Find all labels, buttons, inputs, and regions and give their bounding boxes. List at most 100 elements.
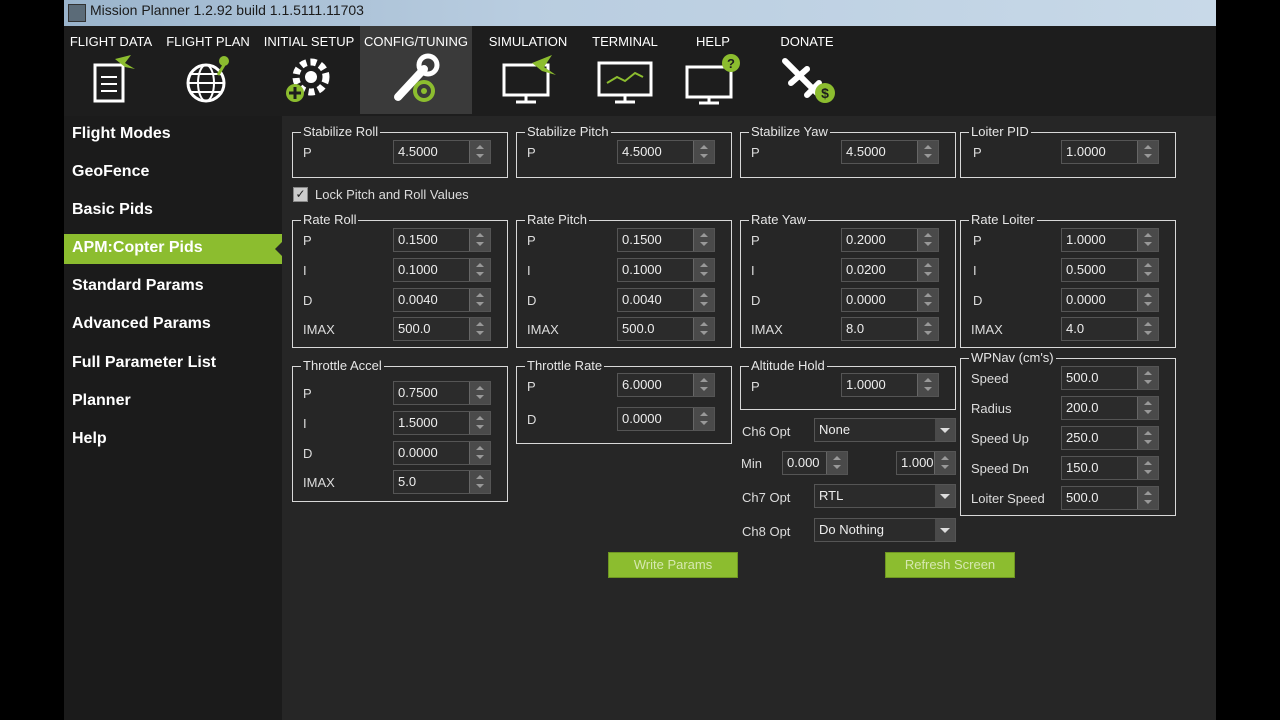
throttle-accel-i-input[interactable]: 1.5000	[393, 411, 491, 435]
sidebar-item-basic-pids[interactable]: Basic Pids	[64, 196, 282, 226]
rate-yaw-d-input[interactable]: 0.0000	[841, 288, 939, 312]
menu-flight-plan[interactable]: FLIGHT PLAN	[160, 26, 256, 114]
sidebar-item-planner[interactable]: Planner	[64, 387, 282, 417]
spinner-arrows[interactable]	[693, 229, 714, 251]
stabilize-pitch-p-input[interactable]: 4.5000	[617, 140, 715, 164]
menu-simulation[interactable]: SIMULATION	[480, 26, 576, 114]
spinner-arrows[interactable]	[1137, 427, 1158, 449]
spinner-arrows[interactable]	[693, 408, 714, 430]
sidebar-item-copter-pids[interactable]: APM:Copter Pids	[64, 234, 283, 264]
sidebar-item-geofence[interactable]: GeoFence	[64, 158, 282, 188]
rate-pitch-d-input[interactable]: 0.0040	[617, 288, 715, 312]
sidebar-item-help[interactable]: Help	[64, 425, 282, 455]
rate-roll-i-input[interactable]: 0.1000	[393, 258, 491, 282]
stabilize-yaw-p-input[interactable]: 4.5000	[841, 140, 939, 164]
spinner-arrows[interactable]	[1137, 229, 1158, 251]
spinner-arrows[interactable]	[934, 452, 955, 474]
chevron-down-icon[interactable]	[935, 485, 955, 507]
chevron-down-icon[interactable]	[935, 519, 955, 541]
throttle-accel-imax-input[interactable]: 5.0	[393, 470, 491, 494]
wpnav-radius-input[interactable]: 200.0	[1061, 396, 1159, 420]
spinner-arrows[interactable]	[826, 452, 847, 474]
rate-yaw-imax-input[interactable]: 8.0	[841, 317, 939, 341]
sidebar-item-advanced-params[interactable]: Advanced Params	[64, 310, 282, 340]
sidebar-item-standard-params[interactable]: Standard Params	[64, 272, 282, 302]
p-label: P	[751, 379, 760, 394]
rate-loiter-imax-input[interactable]: 4.0	[1061, 317, 1159, 341]
spinner-arrows[interactable]	[469, 471, 490, 493]
rate-loiter-i-input[interactable]: 0.5000	[1061, 258, 1159, 282]
spinner-arrows[interactable]	[1137, 487, 1158, 509]
wpnav-speed-dn-input[interactable]: 150.0	[1061, 456, 1159, 480]
spinner-arrows[interactable]	[693, 141, 714, 163]
sidebar-item-flight-modes[interactable]: Flight Modes	[64, 120, 282, 150]
spinner-arrows[interactable]	[917, 259, 938, 281]
ch7-opt-select[interactable]: RTL	[814, 484, 956, 508]
rate-pitch-imax-input[interactable]: 500.0	[617, 317, 715, 341]
spinner-arrows[interactable]	[469, 412, 490, 434]
spinner-arrows[interactable]	[469, 259, 490, 281]
rate-yaw-p-input[interactable]: 0.2000	[841, 228, 939, 252]
rate-roll-imax-input[interactable]: 500.0	[393, 317, 491, 341]
group-wpnav: WPNav (cm's) Speed Radius Speed Up Speed…	[960, 350, 1176, 516]
value: 4.5000	[398, 144, 438, 159]
rate-loiter-p-input[interactable]: 1.0000	[1061, 228, 1159, 252]
menu-config-tuning[interactable]: CONFIG/TUNING	[360, 26, 472, 114]
write-params-button[interactable]: Write Params	[608, 552, 738, 578]
spinner-arrows[interactable]	[917, 141, 938, 163]
wpnav-speed-input[interactable]: 500.0	[1061, 366, 1159, 390]
throttle-accel-d-input[interactable]: 0.0000	[393, 441, 491, 465]
rate-roll-p-input[interactable]: 0.1500	[393, 228, 491, 252]
ch6-min-input[interactable]: 0.000	[782, 451, 848, 475]
spinner-arrows[interactable]	[1137, 318, 1158, 340]
throttle-accel-p-input[interactable]: 0.7500	[393, 381, 491, 405]
menu-initial-setup[interactable]: INITIAL SETUP	[258, 26, 360, 114]
spinner-arrows[interactable]	[469, 382, 490, 404]
throttle-rate-d-input[interactable]: 0.0000	[617, 407, 715, 431]
menu-help[interactable]: HELP ?	[670, 26, 756, 114]
spinner-arrows[interactable]	[917, 374, 938, 396]
altitude-hold-p-input[interactable]: 1.0000	[841, 373, 939, 397]
spinner-arrows[interactable]	[917, 289, 938, 311]
spinner-arrows[interactable]	[693, 259, 714, 281]
spinner-arrows[interactable]	[693, 289, 714, 311]
ch6-opt-select[interactable]: None	[814, 418, 956, 442]
spinner-arrows[interactable]	[1137, 457, 1158, 479]
spinner-arrows[interactable]	[469, 318, 490, 340]
spinner-arrows[interactable]	[917, 318, 938, 340]
loiter-pid-p-input[interactable]: 1.0000	[1061, 140, 1159, 164]
spinner-arrows[interactable]	[1137, 289, 1158, 311]
rate-pitch-p-input[interactable]: 0.1500	[617, 228, 715, 252]
wpnav-loiter-speed-input[interactable]: 500.0	[1061, 486, 1159, 510]
menu-flight-data[interactable]: FLIGHT DATA	[66, 26, 156, 114]
rate-yaw-i-input[interactable]: 0.0200	[841, 258, 939, 282]
chevron-down-icon[interactable]	[935, 419, 955, 441]
spinner-arrows[interactable]	[469, 442, 490, 464]
menu-terminal[interactable]: TERMINAL	[580, 26, 670, 114]
spinner-arrows[interactable]	[1137, 259, 1158, 281]
stabilize-roll-p-input[interactable]: 4.5000	[393, 140, 491, 164]
sidebar-item-full-parameter-list[interactable]: Full Parameter List	[64, 349, 282, 379]
spinner-arrows[interactable]	[1137, 367, 1158, 389]
wpnav-speed-up-input[interactable]: 250.0	[1061, 426, 1159, 450]
throttle-rate-p-input[interactable]: 6.0000	[617, 373, 715, 397]
lock-pitch-roll-checkbox[interactable]: ✓	[293, 187, 308, 202]
spinner-arrows[interactable]	[693, 374, 714, 396]
spinner-arrows[interactable]	[1137, 141, 1158, 163]
rate-loiter-d-input[interactable]: 0.0000	[1061, 288, 1159, 312]
value: 0.1500	[398, 232, 438, 247]
spinner-arrows[interactable]	[469, 229, 490, 251]
value: 1.0000	[1066, 232, 1106, 247]
spinner-arrows[interactable]	[469, 289, 490, 311]
spinner-arrows[interactable]	[917, 229, 938, 251]
rate-roll-d-input[interactable]: 0.0040	[393, 288, 491, 312]
spinner-arrows[interactable]	[693, 318, 714, 340]
spinner-arrows[interactable]	[1137, 397, 1158, 419]
menu-donate[interactable]: DONATE $	[760, 26, 854, 114]
ch6-max-input[interactable]: 1.000	[896, 451, 956, 475]
refresh-screen-button[interactable]: Refresh Screen	[885, 552, 1015, 578]
spinner-arrows[interactable]	[469, 141, 490, 163]
rate-pitch-i-input[interactable]: 0.1000	[617, 258, 715, 282]
ch8-opt-select[interactable]: Do Nothing	[814, 518, 956, 542]
value: 4.0	[1066, 321, 1085, 336]
